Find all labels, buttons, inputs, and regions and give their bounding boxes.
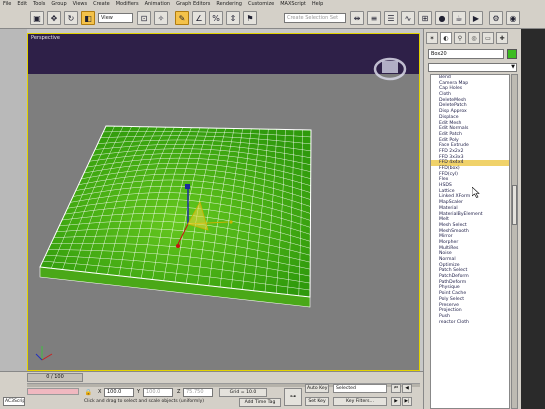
utilities-tab-icon[interactable]: ✚ — [496, 32, 508, 44]
mouse-cursor-icon — [472, 187, 480, 198]
create-tab-icon[interactable]: ✶ — [426, 32, 438, 44]
material-editor-icon[interactable]: ● — [435, 11, 449, 25]
named-selection-dropdown[interactable]: Create Selection Set — [284, 13, 346, 23]
select-object-icon[interactable]: ▣ — [30, 11, 44, 25]
modifier-list-scrollbar[interactable] — [511, 74, 518, 409]
modifier-list-item[interactable]: reactor Cloth — [431, 320, 509, 326]
select-scale-icon[interactable]: ◧ — [81, 11, 95, 25]
render-last-icon[interactable]: ◉ — [506, 11, 520, 25]
motion-tab-icon[interactable]: ◎ — [468, 32, 480, 44]
menu-file[interactable]: File — [3, 0, 11, 8]
add-time-tag-button[interactable]: Add Time Tag — [239, 398, 281, 407]
pivot-center-icon[interactable]: ⊡ — [137, 11, 151, 25]
object-color-swatch[interactable] — [507, 49, 517, 59]
max-window: File Edit Tools Group Views Create Modif… — [0, 0, 545, 409]
auto-key-button[interactable]: Auto Key — [305, 384, 329, 393]
hierarchy-tab-icon[interactable]: ⚲ — [454, 32, 466, 44]
key-filters-button[interactable]: Key Filters... — [333, 397, 387, 406]
menu-help[interactable]: Help — [312, 0, 323, 8]
menu-edit[interactable]: Edit — [17, 0, 27, 8]
menu-views[interactable]: Views — [73, 0, 87, 8]
spinner-snap-icon[interactable]: ⇕ — [226, 11, 240, 25]
main-toolbar: ▣ ✥ ↻ ◧ View ⊡ ✧ ✎ ∠ % ⇕ ⚑ Create Select… — [0, 8, 545, 29]
menu-rendering[interactable]: Rendering — [216, 0, 242, 8]
viewport-label[interactable]: Perspective — [31, 35, 60, 41]
grid-readout: Grid = 10.0 — [219, 388, 267, 397]
percent-snap-icon[interactable]: % — [209, 11, 223, 25]
perspective-viewport[interactable]: Perspective — [27, 33, 420, 371]
scrollbar-thumb[interactable] — [512, 185, 517, 225]
command-panel-tabs: ✶ ◐ ⚲ ◎ ▭ ✚ — [426, 32, 520, 44]
z-coordinate-field[interactable]: 75.750 — [183, 388, 213, 397]
menu-modifiers[interactable]: Modifiers — [116, 0, 139, 8]
layer-manager-icon[interactable]: ☰ — [384, 11, 398, 25]
z-label: Z — [177, 389, 181, 395]
menu-group[interactable]: Group — [51, 0, 66, 8]
status-prompt: Click and drag to select and scale objec… — [84, 399, 204, 404]
reference-coordinate-dropdown[interactable]: View — [98, 13, 133, 23]
display-tab-icon[interactable]: ▭ — [482, 32, 494, 44]
chevron-down-icon: ▼ — [511, 64, 515, 70]
left-tool-strip — [0, 29, 27, 371]
selected-dropdown[interactable]: Selected — [333, 384, 387, 393]
modifier-list-dropdown[interactable]: ▼ — [428, 63, 517, 72]
window-edge — [521, 29, 545, 409]
render-type-icon[interactable]: ⚙ — [489, 11, 503, 25]
modifier-list[interactable]: Bend Camera Map Cap Holes Cloth DeleteMesh De… — [430, 74, 510, 409]
menu-tools[interactable]: Tools — [33, 0, 45, 8]
align-icon[interactable]: ≡ — [367, 11, 381, 25]
set-key-big-button[interactable]: ⊶ — [284, 388, 302, 406]
quick-render-icon[interactable]: ▶ — [469, 11, 483, 25]
snap-toggle-icon[interactable]: ✎ — [175, 11, 189, 25]
menu-graph-editors[interactable]: Graph Editors — [176, 0, 210, 8]
y-coordinate-field[interactable]: 100.0 — [143, 388, 173, 397]
curve-editor-icon[interactable]: ∿ — [401, 11, 415, 25]
viewport-scene — [28, 57, 419, 370]
maxscript-mini-field[interactable]: AC3Script... — [3, 397, 25, 406]
animation-controls: Auto Key Selected Set Key Key Filters...… — [303, 380, 423, 409]
select-move-icon[interactable]: ✥ — [47, 11, 61, 25]
schematic-view-icon[interactable]: ⊞ — [418, 11, 432, 25]
edit-named-selection-icon[interactable]: ⚑ — [243, 11, 257, 25]
menu-maxscript[interactable]: MAXScript — [280, 0, 306, 8]
select-manipulate-icon[interactable]: ✧ — [154, 11, 168, 25]
maxscript-listener-mini[interactable] — [27, 388, 79, 395]
next-frame-icon[interactable]: ▶| — [402, 397, 412, 406]
prev-frame-icon[interactable]: ◀ — [402, 384, 412, 393]
x-coordinate-field[interactable]: 100.0 — [104, 388, 134, 397]
mirror-icon[interactable]: ⇹ — [350, 11, 364, 25]
y-label: Y — [137, 389, 141, 395]
angle-snap-icon[interactable]: ∠ — [192, 11, 206, 25]
play-icon[interactable]: ▶ — [391, 397, 401, 406]
selection-lock-icon[interactable]: 🔒 — [84, 388, 93, 397]
time-slider[interactable]: 0 / 100 — [27, 373, 83, 382]
set-key-button[interactable]: Set Key — [305, 397, 329, 406]
menu-bar: File Edit Tools Group Views Create Modif… — [0, 0, 545, 8]
menu-customize[interactable]: Customize — [248, 0, 274, 8]
menu-animation[interactable]: Animation — [145, 0, 171, 8]
x-label: X — [98, 389, 102, 395]
object-name-field[interactable]: Box20 — [428, 49, 504, 59]
go-to-start-icon[interactable]: ⏮ — [391, 384, 401, 393]
select-rotate-icon[interactable]: ↻ — [64, 11, 78, 25]
command-panel: ✶ ◐ ⚲ ◎ ▭ ✚ Box20 ▼ Bend Camera Map Cap Ho… — [423, 29, 521, 409]
modify-tab-icon[interactable]: ◐ — [440, 32, 452, 44]
menu-create[interactable]: Create — [93, 0, 110, 8]
render-scene-icon[interactable]: ☕ — [452, 11, 466, 25]
